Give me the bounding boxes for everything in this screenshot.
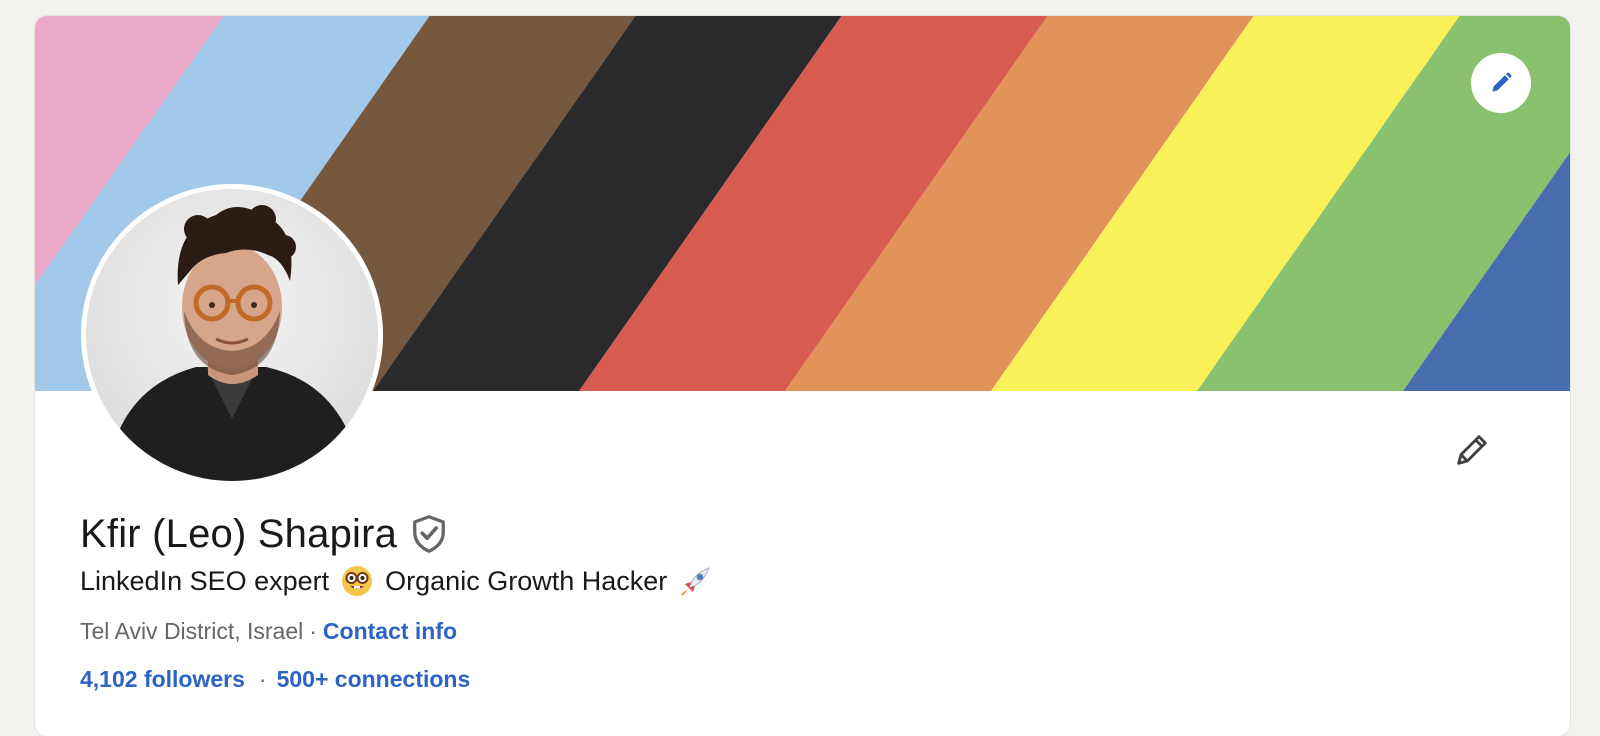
edit-intro-button[interactable] [1448, 428, 1496, 476]
rocket-emoji [679, 564, 713, 598]
headline-text-1: LinkedIn SEO expert [80, 566, 330, 596]
profile-card: Kfir (Leo) Shapira LinkedIn SEO expert O… [35, 16, 1570, 736]
name-row: Kfir (Leo) Shapira [80, 512, 447, 556]
connections-link[interactable]: 500+ connections [277, 666, 471, 692]
location-row: Tel Aviv District, Israel · Contact info [80, 616, 457, 646]
headline-text-2: Organic Growth Hacker [385, 566, 668, 596]
separator-dot: · [309, 618, 317, 644]
network-stats: 4,102 followers · 500+ connections [80, 664, 470, 694]
edit-banner-button[interactable] [1471, 53, 1531, 113]
followers-link[interactable]: 4,102 followers [80, 666, 245, 692]
shield-check-icon[interactable] [411, 514, 447, 554]
pencil-icon [1452, 430, 1492, 475]
profile-name: Kfir (Leo) Shapira [80, 512, 398, 556]
avatar [86, 189, 378, 481]
nerd-face-emoji [341, 565, 373, 597]
contact-info-link[interactable]: Contact info [323, 618, 457, 644]
pencil-icon [1488, 70, 1514, 96]
profile-photo[interactable] [81, 184, 383, 486]
separator-dot: · [258, 666, 267, 692]
profile-location: Tel Aviv District, Israel [80, 618, 304, 644]
profile-headline: LinkedIn SEO expert Organic Growth Hacke… [80, 564, 725, 598]
